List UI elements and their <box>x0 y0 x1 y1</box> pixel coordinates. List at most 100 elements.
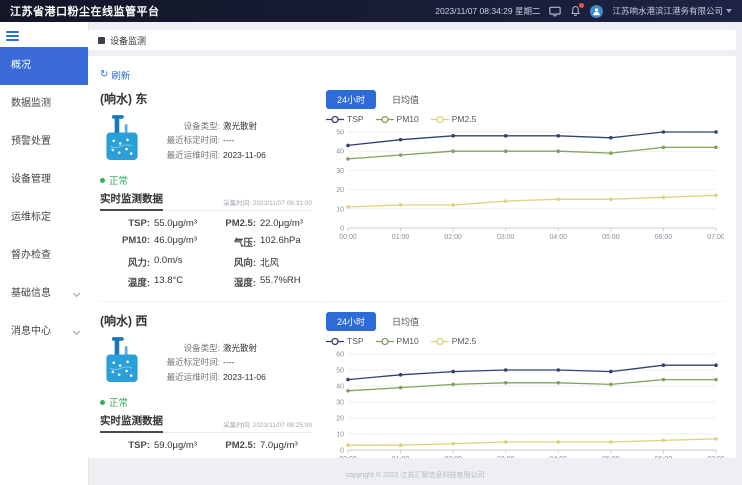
line-chart: 010203040506000:0001:0002:0003:0004:0005… <box>326 348 724 458</box>
metric-temperature: 温度:13.8°C <box>100 275 206 289</box>
device-summary: (响水) 西 <box>100 312 312 458</box>
svg-text:0: 0 <box>340 448 344 455</box>
metric-pm10: PM10:49.0μg/m³ <box>100 457 206 458</box>
svg-text:04:00: 04:00 <box>550 234 568 241</box>
chart-tabs: 24小时 日均值 <box>326 90 724 109</box>
chart-legend: TSP PM10 PM2.5 <box>326 114 724 124</box>
realtime-header: 实时监测数据 采集时间: 2023/11/07 08:25:00 <box>100 413 312 433</box>
svg-text:00:00: 00:00 <box>339 456 357 458</box>
svg-text:0: 0 <box>340 226 344 233</box>
line-chart: 0102030405000:0001:0002:0003:0004:0005:0… <box>326 126 724 244</box>
tab-daily-average[interactable]: 日均值 <box>384 312 427 331</box>
tab-24h[interactable]: 24小时 <box>326 312 376 331</box>
info-row: 最近标定时间:---- <box>154 355 266 369</box>
refresh-icon: ↻ <box>100 70 108 80</box>
svg-text:50: 50 <box>336 368 344 375</box>
breadcrumb-icon <box>98 37 105 44</box>
svg-text:60: 60 <box>336 352 344 359</box>
svg-text:06:00: 06:00 <box>655 456 673 458</box>
legend-item-tsp[interactable]: TSP <box>326 336 364 346</box>
svg-text:07:00: 07:00 <box>707 456 724 458</box>
refresh-button[interactable]: ↻ 刷新 <box>100 68 130 82</box>
chevron-down-icon <box>73 290 80 297</box>
svg-text:03:00: 03:00 <box>497 234 515 241</box>
menu-toggle-icon[interactable] <box>0 22 88 47</box>
svg-text:01:00: 01:00 <box>392 456 410 458</box>
metric-pm25: PM2.5:22.0μg/m³ <box>206 218 312 229</box>
sidebar-item-basic-info[interactable]: 基础信息 <box>0 275 88 313</box>
app-window: 江苏省港口粉尘在线监管平台 2023/11/07 08:34:29 星期二 江苏… <box>0 0 742 485</box>
metrics-grid: TSP:55.0μg/m³ PM2.5:22.0μg/m³ PM10:46.0μ… <box>100 218 312 289</box>
dust-monitor-icon <box>100 335 144 390</box>
tab-24h[interactable]: 24小时 <box>326 90 376 109</box>
svg-text:02:00: 02:00 <box>444 234 462 241</box>
device-monitor-panel: ↻ 刷新 (响水) 东 <box>88 56 736 458</box>
svg-text:10: 10 <box>336 206 344 213</box>
legend-item-pm25[interactable]: PM2.5 <box>431 336 477 346</box>
info-row: 最近运维时间:2023-11-06 <box>154 370 266 384</box>
chevron-down-icon <box>73 328 80 335</box>
legend-item-pm10[interactable]: PM10 <box>376 336 419 346</box>
copyright-footer: copyright © 2022 江苏汇智信息科技有限公司 <box>88 470 742 480</box>
top-header: 江苏省港口粉尘在线监管平台 2023/11/07 08:34:29 星期二 江苏… <box>0 0 742 22</box>
header-datetime: 2023/11/07 08:34:29 星期二 <box>435 5 540 17</box>
sidebar-item-message-center[interactable]: 消息中心 <box>0 313 88 351</box>
metric-pm10: PM10:46.0μg/m³ <box>100 235 206 249</box>
sidebar-item-supervision-check[interactable]: 督办检查 <box>0 237 88 275</box>
breadcrumb: 设备监测 <box>88 30 736 50</box>
device-info: 设备类型:激光散射 最近标定时间:---- 最近运维时间:2023-11-06 <box>154 341 266 384</box>
info-row: 最近标定时间:---- <box>154 133 266 147</box>
app-title: 江苏省港口粉尘在线监管平台 <box>10 3 160 19</box>
svg-text:04:00: 04:00 <box>550 456 568 458</box>
legend-item-pm10[interactable]: PM10 <box>376 114 419 124</box>
svg-text:10: 10 <box>336 432 344 439</box>
svg-text:00:00: 00:00 <box>339 234 357 241</box>
sidebar-item-maintenance-calibration[interactable]: 运维标定 <box>0 199 88 237</box>
avatar[interactable] <box>590 5 603 18</box>
sidebar-item-overview[interactable]: 概况 <box>0 47 88 85</box>
info-row: 设备类型:激光散射 <box>154 119 266 133</box>
company-dropdown[interactable]: 江苏响水港滨江港务有限公司 <box>612 5 732 17</box>
chart-legend: TSP PM10 PM2.5 <box>326 336 724 346</box>
svg-text:07:00: 07:00 <box>707 234 724 241</box>
metrics-grid: TSP:59.0μg/m³ PM2.5:7.0μg/m³ PM10:49.0μg… <box>100 440 312 458</box>
legend-item-tsp[interactable]: TSP <box>326 114 364 124</box>
sidebar-item-data-monitoring[interactable]: 数据监测 <box>0 85 88 123</box>
status-badge: 正常 <box>100 395 312 409</box>
sidebar-item-alert-handling[interactable]: 预警处置 <box>0 123 88 161</box>
device-summary: (响水) 东 <box>100 90 312 289</box>
metric-pressure: 气压:102.6hPa <box>206 235 312 249</box>
sidebar: 概况 数据监测 预警处置 设备管理 运维标定 督办检查 基础信息 消息中心 <box>0 22 88 485</box>
device-section-east: (响水) 东 <box>100 90 724 289</box>
metric-pressure: 气压:102.6hPa <box>206 457 312 458</box>
realtime-header: 实时监测数据 采集时间: 2023/11/07 08:31:00 <box>100 191 312 211</box>
status-dot-icon <box>100 400 105 405</box>
svg-text:40: 40 <box>336 149 344 156</box>
svg-text:20: 20 <box>336 416 344 423</box>
svg-text:30: 30 <box>336 400 344 407</box>
svg-text:05:00: 05:00 <box>602 456 620 458</box>
svg-text:30: 30 <box>336 168 344 175</box>
device-section-west: (响水) 西 <box>100 301 724 458</box>
svg-text:40: 40 <box>336 384 344 391</box>
device-title: (响水) 西 <box>100 312 312 329</box>
device-chart-area: 24小时 日均值 TSPPM10PM2.5 0102030405000:0001… <box>312 90 724 289</box>
fullscreen-icon[interactable] <box>549 6 561 17</box>
svg-text:02:00: 02:00 <box>444 456 462 458</box>
breadcrumb-label: 设备监测 <box>110 34 146 47</box>
tab-daily-average[interactable]: 日均值 <box>384 90 427 109</box>
notification-bell-icon[interactable] <box>570 5 581 17</box>
status-badge: 正常 <box>100 173 312 187</box>
dust-monitor-icon <box>100 113 144 168</box>
device-chart-area: 24小时 日均值 TSP PM10 PM2.5 0 10 20 30 40 50 60 00:00… <box>312 312 724 458</box>
legend-item-pm25[interactable]: PM2.5 <box>431 114 477 124</box>
collect-time: 采集时间: 2023/11/07 08:25:00 <box>223 419 312 432</box>
notification-badge <box>579 3 584 8</box>
info-row: 设备类型:激光散射 <box>154 341 266 355</box>
metric-tsp: TSP:55.0μg/m³ <box>100 218 206 229</box>
metric-tsp: TSP:59.0μg/m³ <box>100 440 206 451</box>
sidebar-item-device-management[interactable]: 设备管理 <box>0 161 88 199</box>
chevron-down-icon <box>726 9 732 13</box>
chart-tabs: 24小时 日均值 <box>326 312 724 331</box>
svg-text:50: 50 <box>336 130 344 137</box>
